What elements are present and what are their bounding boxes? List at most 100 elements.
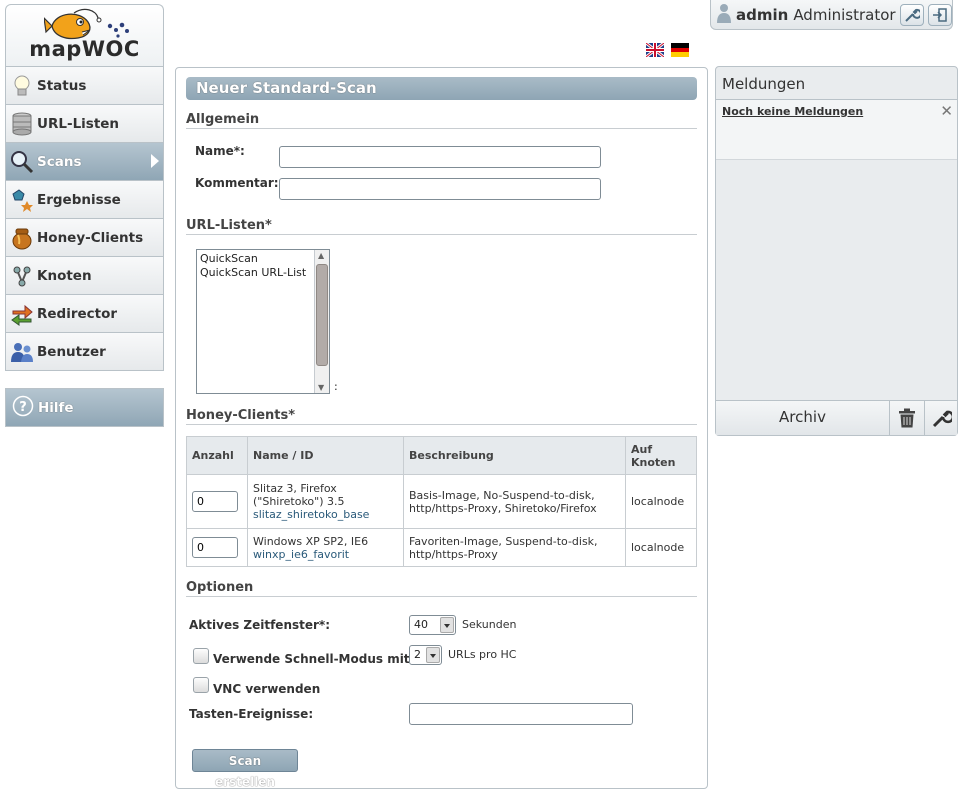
user-role: Administrator <box>793 5 896 24</box>
name-label: Name*: <box>195 144 245 158</box>
user-avatar-icon <box>717 3 731 26</box>
results-icon <box>10 187 34 213</box>
fastmode-value: 2 <box>414 648 421 661</box>
help-button[interactable]: ? Hilfe <box>5 388 164 427</box>
form-title: Neuer Standard-Scan <box>186 77 697 100</box>
table-row: Windows XP SP2, IE6 winxp_ie6_favorit Fa… <box>186 528 697 567</box>
list-option[interactable]: QuickScan URL-List <box>197 266 329 280</box>
client-name: Slitaz 3, Firefox ("Shiretoko") 3.5 <box>253 482 345 508</box>
fastmode-select[interactable]: 2 <box>409 645 442 665</box>
messages-panel: Meldungen Noch keine Meldungen ✕ Archiv <box>715 66 958 436</box>
count-input[interactable] <box>192 537 238 558</box>
help-label: Hilfe <box>38 399 74 416</box>
wrench-icon <box>932 410 952 428</box>
nav-item-redirector[interactable]: Redirector <box>6 294 163 332</box>
time-window-select[interactable]: 40 <box>409 615 456 635</box>
magnifier-icon <box>10 149 34 175</box>
nav-label: Redirector <box>37 305 118 322</box>
key-events-label: Tasten-Ereignisse: <box>189 707 314 721</box>
listbox-scrollbar[interactable]: ▲ ▼ <box>314 250 329 393</box>
nav-item-status[interactable]: Status <box>6 66 163 104</box>
comment-input[interactable] <box>279 178 601 200</box>
message-item: Noch keine Meldungen ✕ <box>716 100 957 160</box>
vnc-label: VNC verwenden <box>213 682 321 696</box>
user-name: admin <box>736 5 789 24</box>
comment-label: Kommentar: <box>195 176 279 190</box>
new-scan-form: Neuer Standard-Scan Allgemein Name*: Kom… <box>175 67 708 789</box>
messages-settings-button[interactable] <box>925 401 958 435</box>
section-url-lists-heading: URL-Listen* <box>186 218 697 235</box>
node-link[interactable]: localnode <box>625 474 697 529</box>
question-mark-icon: ? <box>12 395 34 420</box>
key-events-input[interactable] <box>409 703 633 725</box>
svg-text:?: ? <box>19 400 27 415</box>
client-id-link[interactable]: slitaz_shiretoko_base <box>253 508 398 521</box>
list-option[interactable]: QuickScan <box>197 252 329 266</box>
scroll-down-icon[interactable]: ▼ <box>318 383 324 392</box>
table-row: Slitaz 3, Firefox ("Shiretoko") 3.5 slit… <box>186 474 697 529</box>
url-lists-select[interactable]: QuickScan QuickScan URL-List ▲ ▼ <box>196 249 330 394</box>
nav-label: URL-Listen <box>37 115 120 132</box>
user-bar: admin Administrator <box>710 0 953 30</box>
nav-item-users[interactable]: Benutzer <box>6 332 163 370</box>
main-navigation: Status URL-Listen Scans Ergebnisse Honey… <box>5 66 164 371</box>
active-arrow-icon <box>151 154 159 168</box>
time-window-value: 40 <box>414 618 428 631</box>
name-input[interactable] <box>279 146 601 168</box>
delete-messages-button[interactable] <box>890 401 925 435</box>
time-window-unit: Sekunden <box>462 618 517 631</box>
bulb-icon <box>10 73 34 99</box>
close-icon[interactable]: ✕ <box>940 102 953 120</box>
fastmode-checkbox[interactable] <box>193 648 209 664</box>
no-messages-text[interactable]: Noch keine Meldungen <box>722 105 863 118</box>
section-honey-clients-heading: Honey-Clients* <box>186 408 697 425</box>
nav-item-url-lists[interactable]: URL-Listen <box>6 104 163 142</box>
url-lists-suffix: : <box>334 380 338 393</box>
wrench-icon <box>904 8 920 22</box>
column-header: Anzahl <box>186 436 248 475</box>
nav-item-honey-clients[interactable]: Honey-Clients <box>6 218 163 256</box>
vnc-checkbox[interactable] <box>193 677 209 693</box>
section-options-heading: Optionen <box>186 580 697 597</box>
nav-item-results[interactable]: Ergebnisse <box>6 180 163 218</box>
scrollbar-thumb[interactable] <box>316 264 328 366</box>
client-id-link[interactable]: winxp_ie6_favorit <box>253 548 398 561</box>
nav-label: Benutzer <box>37 343 106 360</box>
logo-text: mapWOC <box>29 37 140 61</box>
nodes-icon <box>10 263 34 289</box>
client-name: Windows XP SP2, IE6 <box>253 534 369 548</box>
uk-flag-icon[interactable] <box>646 43 664 57</box>
nav-label: Knoten <box>37 267 92 284</box>
column-header: Beschreibung <box>403 436 626 475</box>
settings-button[interactable] <box>899 3 924 26</box>
users-icon <box>10 339 34 365</box>
nav-label: Honey-Clients <box>37 229 144 246</box>
column-header: Name / ID <box>247 436 404 475</box>
create-scan-button[interactable]: Scan erstellen <box>192 749 298 789</box>
fastmode-unit: URLs pro HC <box>448 648 517 661</box>
archive-button[interactable]: Archiv <box>716 401 890 435</box>
nav-item-scans[interactable]: Scans <box>6 142 163 180</box>
messages-footer: Archiv <box>716 400 957 435</box>
german-flag-icon[interactable] <box>671 43 689 57</box>
database-icon <box>10 111 34 137</box>
logout-icon <box>932 7 947 22</box>
time-window-label: Aktives Zeitfenster*: <box>189 618 330 632</box>
scroll-up-icon[interactable]: ▲ <box>318 251 324 260</box>
node-link[interactable]: localnode <box>625 528 697 567</box>
honey-clients-table: Anzahl Name / ID Beschreibung Auf Knoten… <box>186 436 697 567</box>
client-description: Basis-Image, No-Suspend-to-disk, http/ht… <box>403 474 626 529</box>
fastmode-label: Verwende Schnell-Modus mit: <box>213 652 415 666</box>
count-input[interactable] <box>192 491 238 512</box>
language-switcher <box>646 43 689 57</box>
nav-label: Ergebnisse <box>37 191 121 208</box>
client-description: Favoriten-Image, Suspend-to-disk, http/h… <box>403 528 626 567</box>
logout-button[interactable] <box>927 3 952 26</box>
trash-icon <box>899 408 915 428</box>
section-general-heading: Allgemein <box>186 112 697 129</box>
nav-label: Status <box>37 77 87 94</box>
messages-title: Meldungen <box>722 75 806 93</box>
nav-item-nodes[interactable]: Knoten <box>6 256 163 294</box>
column-header: Auf Knoten <box>625 436 697 475</box>
logo: mapWOC <box>5 4 164 66</box>
